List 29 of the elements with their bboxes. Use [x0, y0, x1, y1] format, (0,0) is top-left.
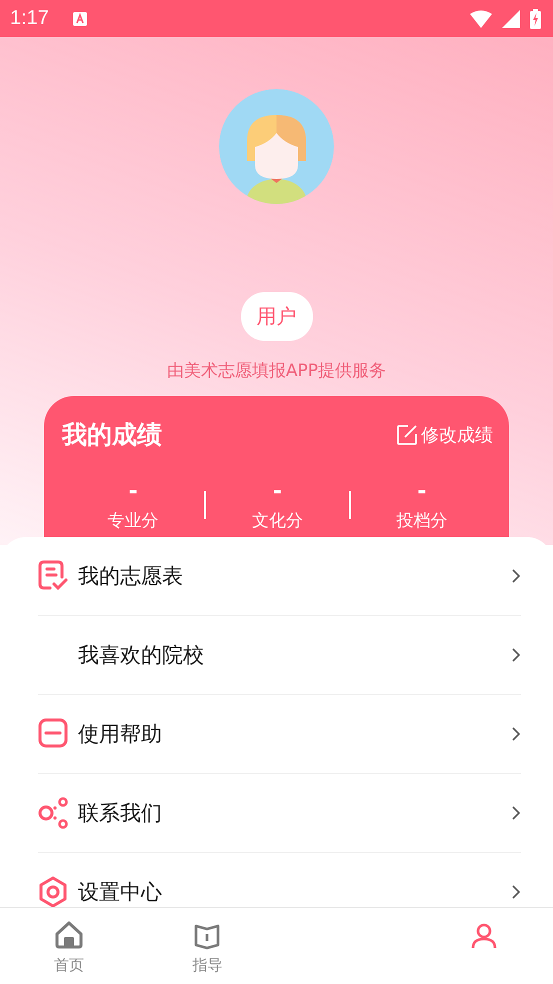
- score-value: -: [128, 481, 138, 503]
- menu-item[interactable]: 联系我们: [38, 774, 521, 853]
- signal-icon: [502, 10, 520, 28]
- chevron-right-icon: [511, 647, 521, 663]
- chevron-right-icon: [511, 726, 521, 742]
- keyboard-icon: [72, 12, 87, 26]
- chevron-right-icon: [511, 568, 521, 584]
- card-title: 我的成绩: [62, 419, 162, 451]
- service-caption: 由美术志愿填报APP提供服务: [166, 360, 386, 382]
- score-value: -: [417, 481, 426, 503]
- score-label: 文化分: [252, 510, 303, 532]
- home-icon: [54, 920, 84, 950]
- chevron-right-icon: [511, 884, 521, 900]
- share-icon: [38, 797, 70, 829]
- form-check-icon: [38, 560, 70, 592]
- username-label: 用户: [240, 292, 312, 341]
- score-label: 专业分: [108, 510, 159, 532]
- minus-square-icon: [38, 718, 70, 750]
- menu-item[interactable]: 我的志愿表: [38, 537, 521, 616]
- edit-icon: [396, 424, 418, 446]
- battery-icon: [530, 8, 541, 28]
- score-label: 投档分: [396, 510, 448, 532]
- avatar-icon: [219, 89, 334, 204]
- menu-item[interactable]: 我喜欢的院校: [38, 616, 521, 695]
- wifi-icon: [470, 10, 492, 28]
- status-time: 1:17: [10, 7, 49, 30]
- menu-item[interactable]: 使用帮助: [38, 695, 521, 774]
- chevron-right-icon: [511, 805, 521, 821]
- score-value: -: [272, 481, 282, 503]
